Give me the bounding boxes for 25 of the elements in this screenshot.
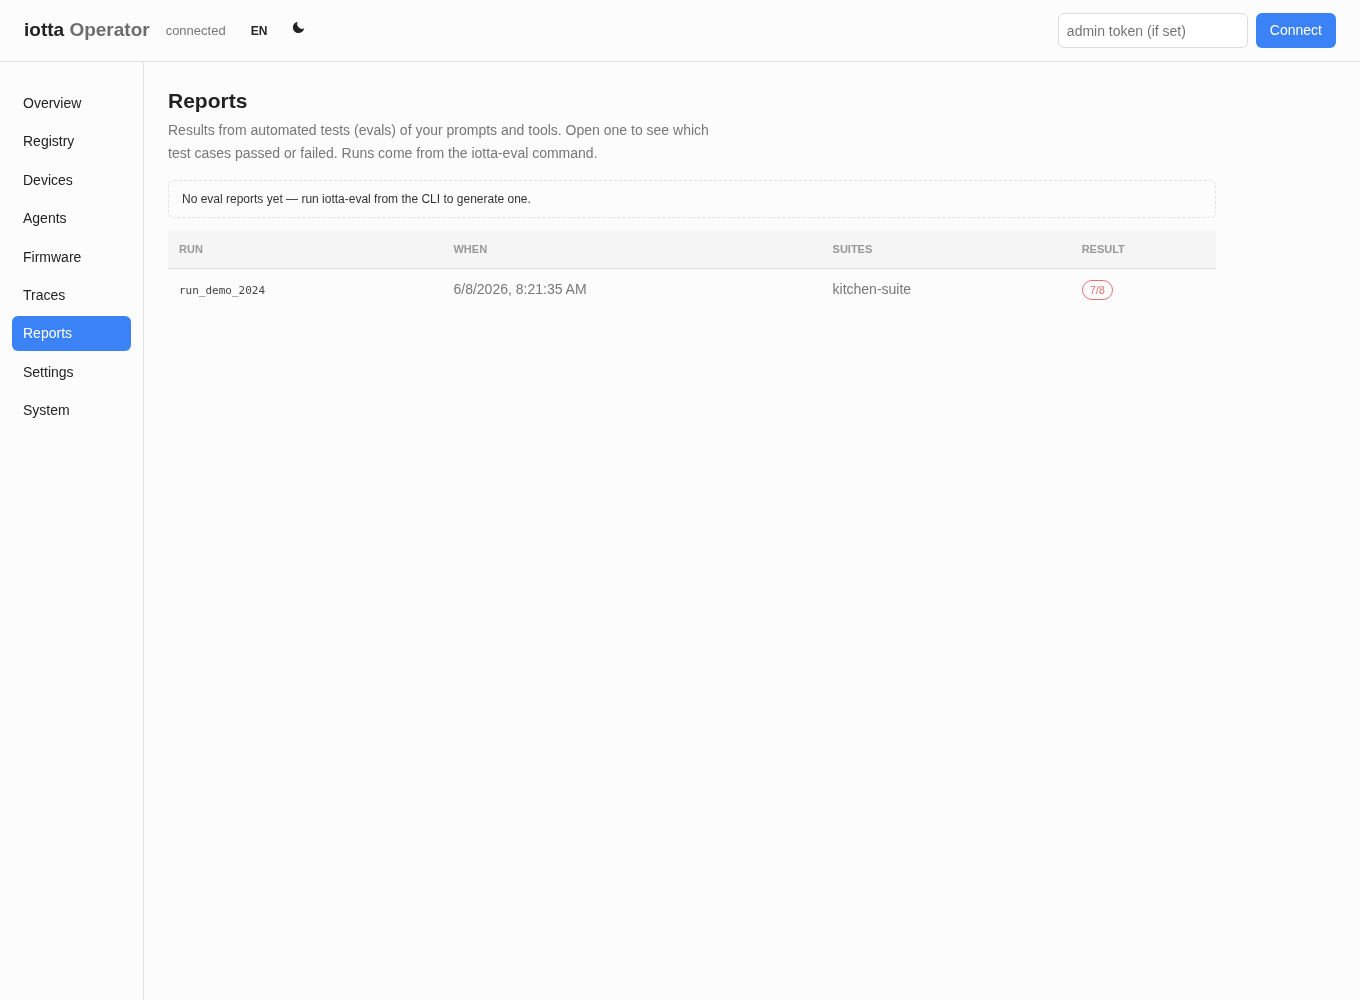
table-cell: 6/8/2026, 8:21:35 AM	[442, 268, 822, 311]
sidebar-item[interactable]: Firmware	[12, 239, 131, 275]
sidebar-item[interactable]: Devices	[12, 162, 131, 198]
column-header: SUITES	[821, 231, 1071, 269]
table-cell: kitchen-suite	[821, 268, 1071, 311]
page-title: Reports	[168, 88, 249, 114]
sidebar-item[interactable]: System	[12, 393, 131, 429]
token-field[interactable]: admin token (if set)	[1057, 13, 1248, 48]
sidebar-item[interactable]: Settings	[12, 354, 131, 390]
sidebar-item[interactable]: Traces	[12, 277, 131, 313]
moon-icon[interactable]	[292, 21, 306, 34]
connect-button[interactable]: Connect	[1255, 13, 1336, 48]
app-title: iotta Operator	[24, 18, 150, 43]
language-toggle[interactable]: EN	[249, 20, 269, 41]
run-id: run_demo_2024	[179, 283, 266, 297]
sidebar-item[interactable]: Registry	[12, 124, 131, 160]
sidebar-item[interactable]: Reports	[12, 316, 131, 352]
connection-status: connected	[165, 21, 226, 40]
column-header: RUN	[168, 231, 443, 269]
empty-notice: No eval reports yet — run iotta-eval from the CLI to generate one.	[168, 180, 1216, 219]
page-description: Results from automated tests (evals) of your prompts and tools. Open one to see which test cases passed or failed. Runs come from the iotta-eval command.	[168, 121, 710, 164]
column-header: RESULT	[1070, 231, 1216, 269]
column-header: WHEN	[442, 231, 822, 269]
sidebar-item[interactable]: Overview	[12, 86, 131, 121]
sidebar-item[interactable]: Agents	[12, 201, 131, 237]
